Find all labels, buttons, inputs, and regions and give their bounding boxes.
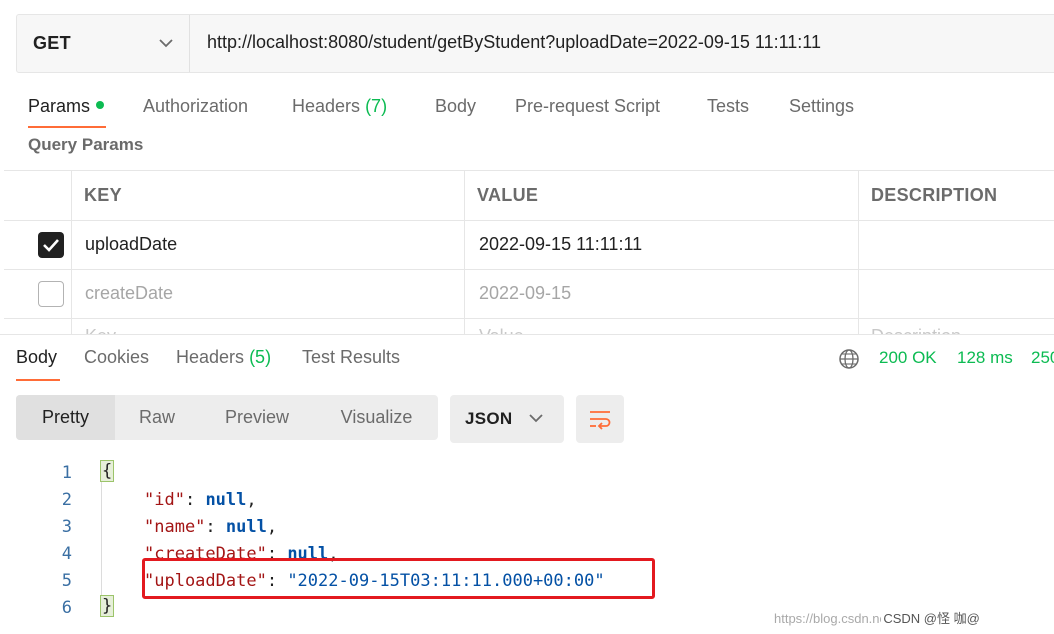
new-description-cell[interactable]: Description xyxy=(859,319,1054,334)
header-check-cell xyxy=(4,171,72,221)
code-line: "name": null, xyxy=(144,517,278,537)
active-response-tab-indicator xyxy=(16,379,60,381)
table-row-description-cell[interactable] xyxy=(859,270,1054,319)
table-row-key-cell[interactable]: uploadDate xyxy=(72,221,465,270)
table-row-key-cell[interactable]: createDate xyxy=(72,270,465,319)
wrap-lines-icon xyxy=(590,411,611,430)
table-row-description-cell[interactable] xyxy=(859,221,1054,270)
line-number: 3 xyxy=(61,517,72,537)
tab-test-results[interactable]: Test Results xyxy=(302,347,400,368)
active-tab-indicator xyxy=(28,126,106,128)
tab-headers-label: Headers xyxy=(292,96,361,116)
tab-prerequest-script[interactable]: Pre-request Script xyxy=(515,96,660,117)
chevron-down-icon xyxy=(159,39,173,48)
tab-response-headers-label: Headers xyxy=(176,347,245,367)
line-number: 5 xyxy=(61,571,72,591)
json-value: null xyxy=(225,517,267,537)
chevron-down-icon xyxy=(529,414,543,423)
language-label: JSON xyxy=(465,409,513,428)
param-key: createDate xyxy=(85,283,174,303)
body-format-group: Pretty Raw Preview Visualize xyxy=(16,395,438,440)
tab-settings[interactable]: Settings xyxy=(789,96,854,117)
code-line: } xyxy=(100,595,115,617)
wrap-lines-button[interactable] xyxy=(576,395,624,443)
pretty-button[interactable]: Pretty xyxy=(16,395,115,440)
code-line: "id": null, xyxy=(144,490,257,510)
column-header-value: VALUE xyxy=(477,185,539,205)
param-value: 2022-09-15 11:11:11 xyxy=(479,234,643,254)
method-label: GET xyxy=(33,33,71,53)
column-header-key: KEY xyxy=(84,185,122,205)
request-bar: GET http://localhost:8080/student/getByS… xyxy=(16,14,1054,73)
open-brace: { xyxy=(100,460,115,482)
param-value: 2022-09-15 xyxy=(479,283,572,303)
headers-count: (7) xyxy=(365,96,388,116)
globe-icon[interactable] xyxy=(838,348,860,370)
preview-button[interactable]: Preview xyxy=(199,395,315,440)
param-key: uploadDate xyxy=(85,234,178,254)
header-description-cell: DESCRIPTION xyxy=(859,171,1054,221)
table-row-check-cell xyxy=(4,270,72,319)
table-row-check-cell xyxy=(4,319,72,334)
tab-response-body[interactable]: Body xyxy=(16,347,57,368)
new-value-cell[interactable]: Value xyxy=(465,319,859,334)
tab-params-label: Params xyxy=(28,96,91,116)
close-brace: } xyxy=(100,595,115,617)
line-number: 6 xyxy=(61,598,72,618)
code-line: { xyxy=(100,460,115,482)
line-number: 2 xyxy=(61,490,72,510)
url-input[interactable]: http://localhost:8080/student/getByStude… xyxy=(207,32,821,53)
json-key: "id" xyxy=(144,490,185,510)
indent-guide xyxy=(101,466,102,616)
params-indicator-dot xyxy=(96,101,105,109)
new-key-cell[interactable]: Key xyxy=(72,319,465,334)
language-select[interactable]: JSON xyxy=(450,395,564,443)
table-row-value-cell[interactable]: 2022-09-15 11:11:11 xyxy=(465,221,859,270)
json-key: "name" xyxy=(144,517,206,537)
method-select[interactable]: GET xyxy=(17,15,190,72)
query-params-title: Query Params xyxy=(28,135,144,154)
line-number: 4 xyxy=(61,544,72,564)
line-number: 1 xyxy=(61,463,72,483)
tab-cookies[interactable]: Cookies xyxy=(84,347,149,368)
header-value-cell: VALUE xyxy=(465,171,859,221)
tab-authorization[interactable]: Authorization xyxy=(143,96,248,117)
watermark-brand: CSDN @怪 咖@ xyxy=(881,611,982,626)
check-icon xyxy=(43,239,59,252)
row-checkbox-checked[interactable] xyxy=(38,232,64,258)
key-placeholder: Key xyxy=(85,326,116,334)
tab-response-headers[interactable]: Headers (5) xyxy=(176,347,271,368)
annotation-highlight-box xyxy=(142,558,655,599)
raw-button[interactable]: Raw xyxy=(115,395,199,440)
request-tabs: Params Authorization Headers (7) Body Pr… xyxy=(0,96,1054,122)
watermark: https://blog.csdn.net/weixin_CSDN @怪 咖@ xyxy=(774,608,982,627)
table-row-check-cell xyxy=(4,221,72,270)
query-params-table: KEY VALUE DESCRIPTION uploadDate 2022-09… xyxy=(4,170,1054,334)
tab-body[interactable]: Body xyxy=(435,96,476,117)
status-code[interactable]: 200 OK xyxy=(879,348,937,368)
json-comma: , xyxy=(246,490,257,510)
tab-headers[interactable]: Headers (7) xyxy=(292,96,387,117)
description-placeholder: Description xyxy=(871,326,961,334)
json-comma: , xyxy=(266,517,278,537)
tab-params[interactable]: Params xyxy=(28,96,105,117)
response-time[interactable]: 128 ms xyxy=(957,348,1013,368)
value-placeholder: Value xyxy=(479,326,524,334)
table-row-value-cell[interactable]: 2022-09-15 xyxy=(465,270,859,319)
column-header-description: DESCRIPTION xyxy=(871,185,998,205)
header-key-cell: KEY xyxy=(72,171,465,221)
response-divider[interactable] xyxy=(0,334,1054,335)
visualize-button[interactable]: Visualize xyxy=(315,395,438,440)
row-checkbox-unchecked[interactable] xyxy=(38,281,64,307)
json-value: null xyxy=(205,490,247,510)
tab-tests[interactable]: Tests xyxy=(707,96,749,117)
response-headers-count: (5) xyxy=(249,347,272,367)
response-size[interactable]: 250 xyxy=(1031,348,1054,368)
